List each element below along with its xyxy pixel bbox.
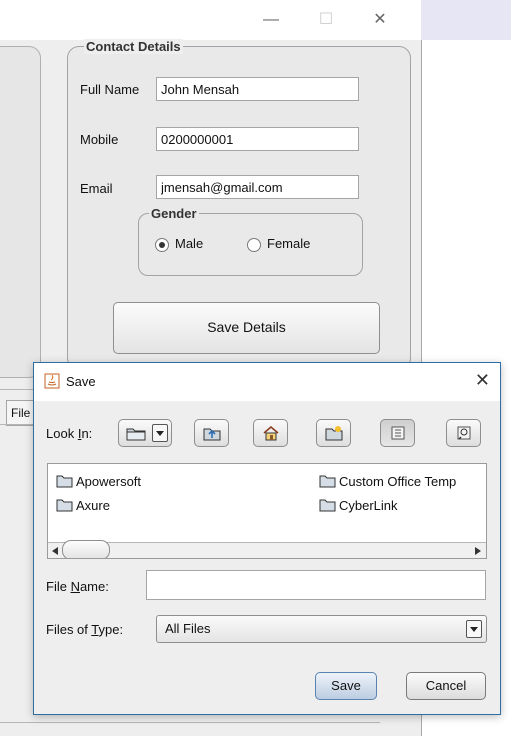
divider [0,722,380,723]
files-of-type-select[interactable]: All Files [156,615,487,643]
chevron-down-icon [152,424,168,442]
details-view-icon [457,426,471,440]
file-list[interactable]: Apowersoft Custom Office Temp Axure Cybe… [47,463,487,559]
dialog-close-icon[interactable]: ✕ [475,370,490,391]
files-of-type-value: All Files [165,621,211,636]
folder-icon [126,428,146,441]
mobile-field[interactable] [156,127,359,151]
minimize-icon: — [263,11,279,28]
gender-title: Gender [149,206,199,221]
java-icon [44,373,60,389]
male-label: Male [175,236,204,251]
up-folder-button[interactable] [194,419,229,447]
file-name-input[interactable] [146,570,486,600]
gender-group: Gender Male Female [138,206,363,276]
email-field[interactable] [156,175,359,199]
folder-icon [56,475,73,488]
new-folder-button[interactable] [316,419,351,447]
full-name-field[interactable] [156,77,359,101]
folder-icon [56,499,73,512]
dialog-titlebar: Save ✕ [34,363,500,401]
dialog-title: Save [66,374,96,389]
left-panel [0,46,41,378]
horizontal-scrollbar[interactable] [48,540,486,558]
full-name-label: Full Name [80,82,140,97]
window-titlebar: — ☐ ✕ [0,0,421,40]
home-icon [263,426,279,441]
save-dialog: Save ✕ Look In: Apowersoft Custom Office… [33,362,501,715]
chevron-down-icon [466,620,482,638]
save-details-button[interactable]: Save Details [113,302,380,354]
close-icon: ✕ [373,11,387,28]
details-view-button[interactable] [446,419,481,447]
maximize-icon: ☐ [318,11,334,28]
close-button[interactable]: ✕ [365,8,395,32]
mobile-label: Mobile [80,132,119,147]
file-name-label: File Name: [46,579,109,594]
contact-details-panel: Contact Details Full Name Mobile Email G… [67,39,411,370]
save-button[interactable]: Save [315,672,377,700]
folder-icon [319,499,336,512]
cancel-button[interactable]: Cancel [406,672,486,700]
contact-details-title: Contact Details [84,39,183,54]
files-of-type-label: Files of Type: [46,622,124,637]
male-radio[interactable] [155,238,169,252]
up-folder-icon [203,428,221,441]
scroll-thumb[interactable] [62,540,110,558]
look-in-label: Look In: [46,426,93,441]
folder-icon [319,475,336,488]
home-button[interactable] [253,419,288,447]
scroll-right-icon[interactable] [474,546,482,556]
email-label: Email [80,181,113,196]
background-strip [421,0,511,40]
list-view-button[interactable] [380,419,415,447]
scroll-left-icon[interactable] [51,546,59,556]
female-label: Female [267,236,311,251]
minimize-button[interactable]: — [256,8,286,32]
female-radio[interactable] [247,238,261,252]
list-view-icon [391,426,405,440]
look-in-combo[interactable] [118,419,172,447]
new-folder-icon [325,426,343,441]
maximize-button[interactable]: ☐ [311,8,341,32]
